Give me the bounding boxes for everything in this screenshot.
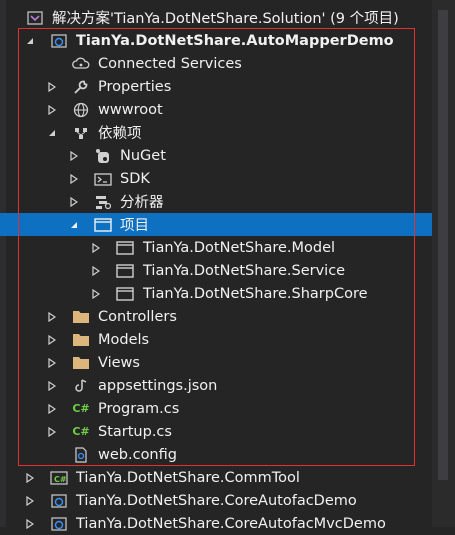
controllers-label: Controllers	[98, 308, 177, 325]
tree-row-solution[interactable]: 解决方案'TianYa.DotNetShare.Solution' (9 个项目…	[0, 6, 432, 29]
startup-label: Startup.cs	[98, 423, 172, 440]
tree-row-program[interactable]: C# Program.cs	[0, 397, 432, 420]
tree-row-appsettings[interactable]: appsettings.json	[0, 374, 432, 397]
collapsed-arrow-icon[interactable]	[24, 472, 36, 484]
tree-row-ref-sharpcore[interactable]: TianYa.DotNetShare.SharpCore	[0, 282, 432, 305]
tree-row-ref-model[interactable]: TianYa.DotNetShare.Model	[0, 236, 432, 259]
tree-row-other-project[interactable]: TianYa.DotNetShare.CoreAutofacDemo	[0, 489, 432, 512]
sdk-label: SDK	[120, 170, 150, 187]
tree-row-ref-service[interactable]: TianYa.DotNetShare.Service	[0, 259, 432, 282]
cloud-services-icon	[72, 55, 90, 73]
web-project-icon	[50, 492, 68, 510]
tree-row-views[interactable]: Views	[0, 351, 432, 374]
project-label: TianYa.DotNetShare.AutoMapperDemo	[76, 32, 394, 49]
dependencies-label: 依赖项	[98, 126, 142, 142]
collapsed-arrow-icon[interactable]	[46, 380, 58, 392]
ref-model-label: TianYa.DotNetShare.Model	[143, 239, 336, 256]
other-project-label: TianYa.DotNetShare.CoreAutofacDemo	[76, 492, 357, 509]
csharp-file-icon: C#	[72, 402, 90, 415]
tree-row-analyzers[interactable]: 分析器	[0, 190, 432, 213]
collapsed-arrow-icon[interactable]	[24, 495, 36, 507]
tree-row-nuget[interactable]: NuGet	[0, 144, 432, 167]
program-label: Program.cs	[98, 400, 180, 417]
analyzer-icon	[94, 193, 112, 211]
tree-row-project[interactable]: TianYa.DotNetShare.AutoMapperDemo	[0, 29, 432, 52]
web-project-icon	[50, 32, 68, 50]
tree-row-other-project[interactable]: C# TianYa.DotNetShare.CommTool	[0, 466, 432, 489]
collapsed-arrow-icon[interactable]	[46, 403, 58, 415]
expanded-arrow-icon[interactable]	[46, 127, 58, 139]
views-label: Views	[98, 354, 140, 371]
collapsed-arrow-icon[interactable]	[46, 81, 58, 93]
webconfig-label: web.config	[98, 446, 177, 463]
collapsed-arrow-icon[interactable]	[68, 173, 80, 185]
tree-row-projects[interactable]: 项目	[0, 213, 432, 236]
collapsed-arrow-icon[interactable]	[68, 150, 80, 162]
collapsed-arrow-icon[interactable]	[90, 265, 102, 277]
connected-services-label: Connected Services	[98, 55, 242, 72]
models-label: Models	[98, 331, 150, 348]
ref-sharpcore-label: TianYa.DotNetShare.SharpCore	[143, 285, 368, 302]
collapsed-arrow-icon[interactable]	[24, 518, 36, 530]
nuget-label: NuGet	[120, 147, 166, 164]
config-file-icon	[72, 446, 90, 464]
sdk-icon	[94, 170, 112, 188]
nuget-icon	[94, 147, 112, 165]
collapsed-arrow-icon[interactable]	[46, 357, 58, 369]
collapsed-arrow-icon[interactable]	[46, 104, 58, 116]
project-reference-icon	[94, 216, 112, 234]
collapsed-arrow-icon[interactable]	[90, 288, 102, 300]
json-file-icon	[72, 377, 90, 395]
tree-row-sdk[interactable]: SDK	[0, 167, 432, 190]
expanded-arrow-icon[interactable]	[68, 219, 80, 231]
tree-row-other-project[interactable]: TianYa.DotNetShare.CoreAutofacMvcDemo	[0, 512, 432, 535]
web-project-icon	[50, 515, 68, 533]
project-reference-icon	[116, 262, 134, 280]
collapsed-arrow-icon[interactable]	[46, 426, 58, 438]
collapsed-arrow-icon[interactable]	[68, 196, 80, 208]
tree-row-webconfig[interactable]: web.config	[0, 443, 432, 466]
collapsed-arrow-icon[interactable]	[46, 311, 58, 323]
tree-row-dependencies[interactable]: 依赖项	[0, 121, 432, 144]
collapsed-arrow-icon[interactable]	[90, 242, 102, 254]
tree-row-connected-services[interactable]: Connected Services	[0, 52, 432, 75]
csharp-file-icon: C#	[72, 425, 90, 438]
appsettings-label: appsettings.json	[98, 377, 218, 394]
tree-row-startup[interactable]: C# Startup.cs	[0, 420, 432, 443]
tree-row-controllers[interactable]: Controllers	[0, 305, 432, 328]
solution-explorer-tree: 解决方案'TianYa.DotNetShare.Solution' (9 个项目…	[0, 0, 455, 532]
scrollbar-thumb[interactable]	[438, 10, 448, 480]
globe-icon	[72, 101, 90, 119]
other-project-label: TianYa.DotNetShare.CommTool	[76, 469, 300, 486]
tree-row-wwwroot[interactable]: wwwroot	[0, 98, 432, 121]
projects-label: 项目	[120, 218, 149, 234]
tree-row-models[interactable]: Models	[0, 328, 432, 351]
project-reference-icon	[116, 285, 134, 303]
folder-icon	[72, 354, 90, 372]
csharp-project-icon: C#	[50, 469, 68, 487]
expanded-arrow-icon[interactable]	[24, 35, 36, 47]
solution-label: 解决方案'TianYa.DotNetShare.Solution' (9 个项目…	[52, 11, 399, 27]
project-reference-icon	[116, 239, 134, 257]
folder-icon	[72, 331, 90, 349]
svg-text:C#: C#	[54, 475, 67, 484]
collapsed-arrow-icon[interactable]	[46, 334, 58, 346]
wwwroot-label: wwwroot	[98, 101, 163, 118]
tree-row-properties[interactable]: Properties	[0, 75, 432, 98]
ref-service-label: TianYa.DotNetShare.Service	[143, 262, 346, 279]
other-project-label: TianYa.DotNetShare.CoreAutofacMvcDemo	[76, 515, 386, 532]
wrench-icon	[72, 78, 90, 96]
dependencies-icon	[72, 124, 90, 142]
properties-label: Properties	[98, 78, 172, 95]
folder-icon	[72, 308, 90, 326]
vertical-scrollbar[interactable]	[432, 0, 455, 527]
solution-icon	[26, 9, 44, 27]
analyzers-label: 分析器	[120, 195, 164, 211]
